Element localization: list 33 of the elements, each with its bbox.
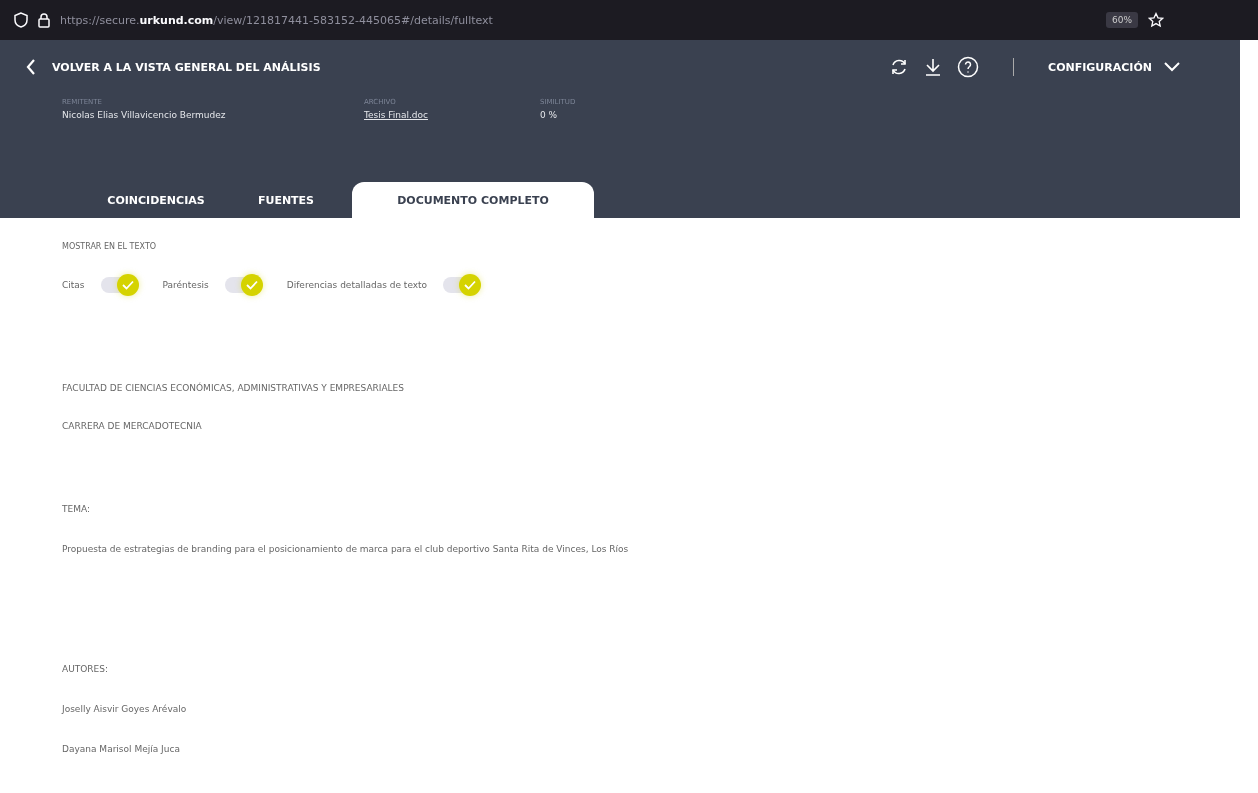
shield-icon: [14, 12, 28, 28]
meta-value: Nicolas Elias Villavicencio Bermudez: [62, 110, 227, 120]
tab[interactable]: DOCUMENTO COMPLETO: [352, 182, 594, 218]
document-paragraph: FACULTAD DE CIENCIAS ECONÓMICAS, ADMINISTRATIVAS Y EMPRESARIALES: [62, 383, 406, 393]
settings-menu-button[interactable]: CONFIGURACIÓN: [1048, 60, 1180, 74]
toggle-switch[interactable]: [224, 277, 261, 293]
tab[interactable]: FUENTES: [232, 182, 340, 218]
lock-icon: [38, 12, 50, 28]
caret-icon: [1164, 62, 1180, 72]
document-paragraph: Propuesta de estrategias de branding para el posicionamiento de marca para el club deportivo Santa Rita de Vinces, Los Ríos: [62, 544, 630, 554]
address-bar-url[interactable]: https://secure.urkund.com/view/121817441-583152-445065#/details/fulltext: [60, 13, 493, 27]
back-link[interactable]: VOLVER A LA VISTA GENERAL DEL ANÁLISIS: [26, 59, 321, 75]
document-paragraph: TEMA:: [62, 504, 91, 514]
document-paragraph: AUTORES:: [62, 664, 109, 674]
toggle-label: Paréntesis: [162, 280, 209, 290]
file-link[interactable]: Tesis Final.doc: [364, 110, 540, 120]
toggle-switch[interactable]: [100, 277, 137, 293]
section-title: MOSTRAR EN EL TEXTO: [62, 242, 158, 251]
check-icon: [464, 280, 477, 290]
star-icon[interactable]: [1148, 12, 1164, 28]
check-icon: [121, 280, 134, 290]
document-paragraph: Dayana Marisol Mejía Juca: [62, 744, 181, 754]
toggle-switch[interactable]: [443, 277, 480, 293]
back-chevron-icon: [26, 59, 36, 75]
zoom-level[interactable]: 60%: [1106, 12, 1138, 28]
check-icon: [245, 280, 258, 290]
toggle-label: Citas: [62, 280, 85, 290]
document-paragraph: Joselly Aisvir Goyes Arévalo: [62, 704, 188, 714]
document-paragraph: CARRERA DE MERCADOTECNIA: [62, 421, 203, 431]
help-icon[interactable]: [957, 56, 980, 78]
meta-value: 0 %: [540, 110, 559, 120]
tab[interactable]: COINCIDENCIAS: [80, 182, 232, 218]
toggle-label: Diferencias detalladas de texto: [286, 280, 428, 290]
